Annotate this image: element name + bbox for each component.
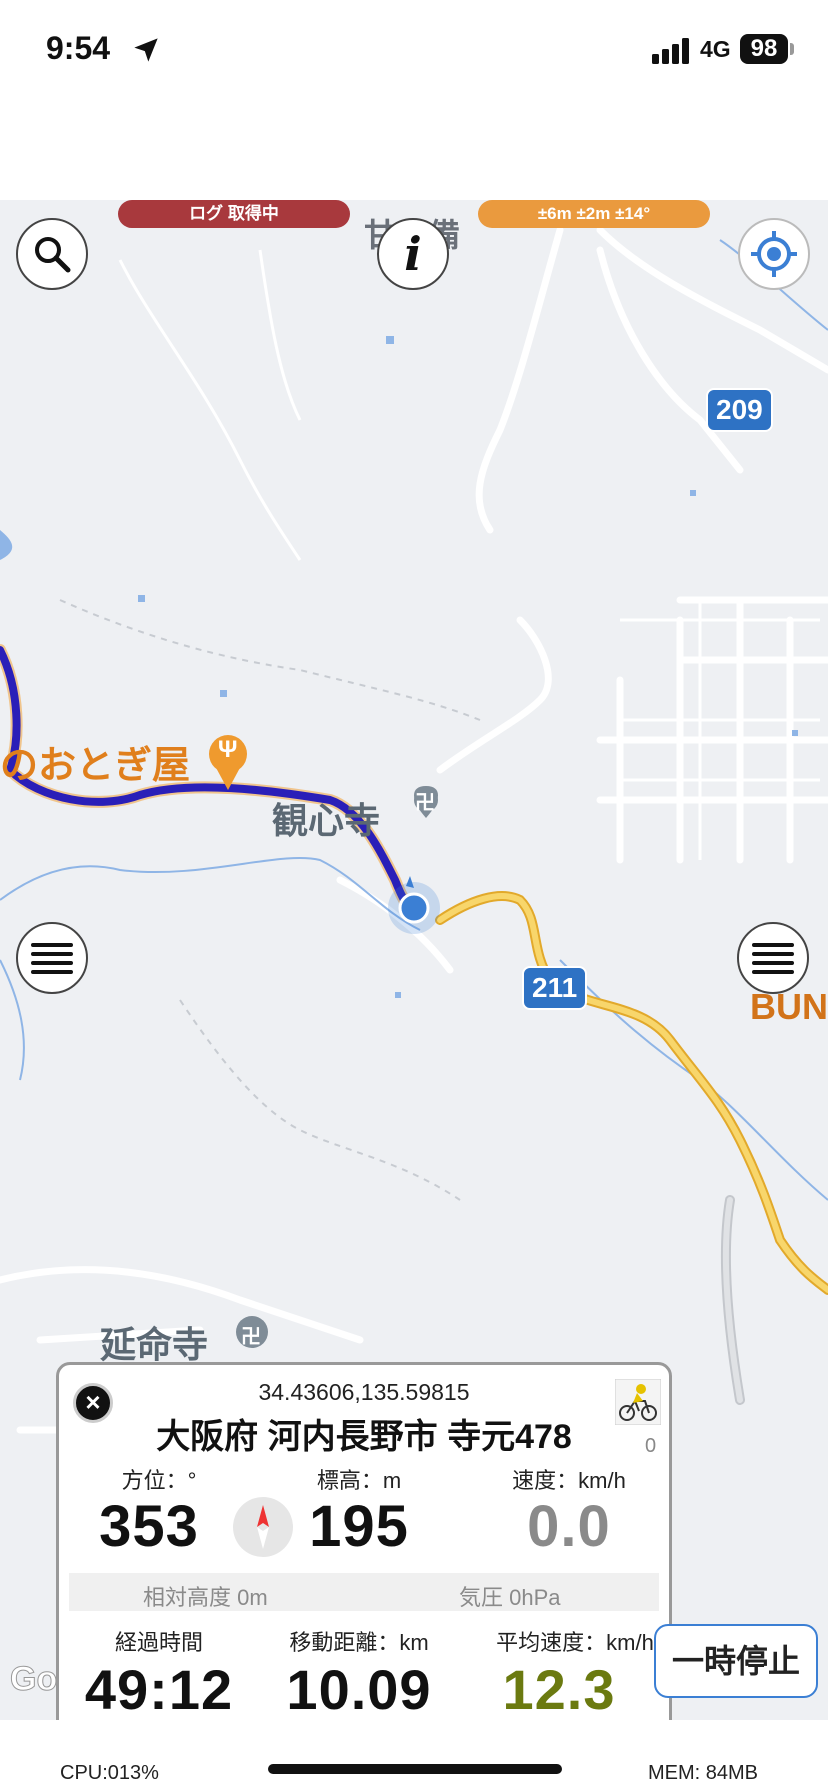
relative-altitude: 相対高度 0m <box>143 1585 268 1610</box>
map-label-restaurant: のおとぎ屋 <box>0 745 191 787</box>
battery-tip <box>790 43 794 55</box>
address: 大阪府 河内長野市 寺元478 <box>156 1418 572 1456</box>
route-badge-211: 211 <box>522 966 588 1010</box>
temple-icon: 卍 <box>241 1326 261 1348</box>
log-status-badge: ログ 取得中 <box>118 200 350 228</box>
search-button[interactable] <box>16 218 88 290</box>
right-menu-button[interactable] <box>737 922 809 994</box>
status-time: 9:54 <box>46 30 111 66</box>
heading-label: 方位：° <box>121 1468 197 1493</box>
average-speed-label: 平均速度：km/h <box>496 1630 654 1655</box>
route-badge-209: 209 <box>706 388 773 432</box>
coordinates: 34.43606,135.59815 <box>258 1379 470 1405</box>
memory-usage: MEM: 84MB <box>648 1762 759 1784</box>
temple-icon: 卍 <box>415 792 435 814</box>
search-icon <box>35 237 71 273</box>
home-indicator[interactable] <box>268 1764 562 1774</box>
left-menu-button[interactable] <box>16 922 88 994</box>
footer-bar: CPU:013% MEM: 84MB <box>0 1720 828 1792</box>
info-button[interactable]: i <box>377 218 449 290</box>
average-speed-value: 12.3 <box>502 1658 616 1721</box>
pause-button[interactable]: 一時停止 <box>654 1624 818 1698</box>
crosshair-location-icon <box>751 231 797 277</box>
distance-label: 移動距離：km <box>289 1630 429 1655</box>
network-type: 4G <box>700 36 731 62</box>
air-pressure: 気圧 0hPa <box>459 1585 561 1610</box>
hamburger-menu-icon <box>31 943 73 974</box>
distance-value: 10.09 <box>286 1658 432 1721</box>
speed-value: 0.0 <box>527 1494 611 1559</box>
map-label-temple-enmeiji: 延命寺 <box>100 1324 209 1365</box>
restaurant-icon: Ψ <box>218 736 238 763</box>
battery-icon: 98 <box>740 34 788 64</box>
gps-accuracy-badge: ±6m ±2m ±14° <box>478 200 710 228</box>
location-arrow-icon <box>134 38 158 62</box>
activity-count: 0 <box>645 1435 657 1457</box>
heading-value: 353 <box>99 1494 199 1559</box>
map-label-temple-kanshinji: 観心寺 <box>272 800 381 841</box>
locate-me-button[interactable] <box>738 218 810 290</box>
elapsed-time-value: 49:12 <box>84 1658 234 1721</box>
sub-stats-row: 相対高度 0m 気圧 0hPa <box>69 1573 659 1611</box>
cellular-signal-icon <box>652 38 689 64</box>
map-attribution: Go <box>9 1660 58 1699</box>
status-bar: 9:54 4G 98 <box>0 0 828 200</box>
cpu-usage: CPU:013% <box>60 1762 159 1784</box>
hamburger-menu-icon <box>752 943 794 974</box>
speed-label: 速度：km/h <box>512 1468 626 1493</box>
tracking-info-panel: × 34.43606,135.59815 大阪府 河内長野市 寺元478 0 方… <box>56 1362 672 1738</box>
elapsed-time-label: 経過時間 <box>114 1630 203 1655</box>
cyclist-icon[interactable] <box>615 1379 661 1425</box>
altitude-value: 195 <box>309 1494 409 1559</box>
info-icon: i <box>404 227 422 281</box>
altitude-label: 標高：m <box>316 1468 402 1493</box>
